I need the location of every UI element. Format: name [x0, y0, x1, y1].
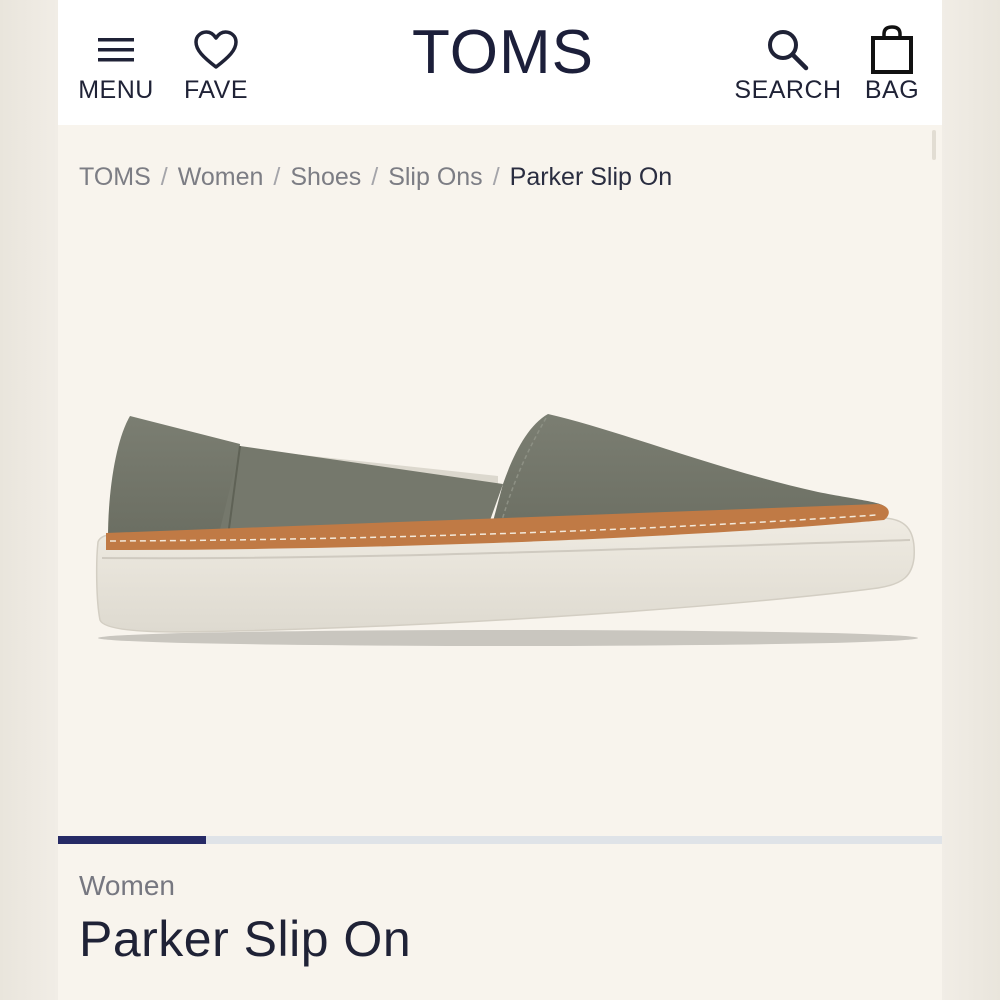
site-header: MENU FAVE TOMS SEARCH BAG — [58, 0, 942, 125]
heart-icon — [193, 26, 239, 74]
breadcrumb-item-toms[interactable]: TOMS — [79, 163, 151, 192]
fave-button[interactable]: FAVE — [183, 26, 249, 105]
breadcrumb-separator: / — [160, 163, 168, 191]
hamburger-icon — [96, 26, 136, 74]
search-label: SEARCH — [734, 76, 842, 104]
right-backdrop — [942, 0, 1000, 1000]
bag-label: BAG — [864, 76, 920, 104]
breadcrumb: TOMS / Women / Shoes / Slip Ons / Parker… — [79, 163, 672, 192]
breadcrumb-item-shoes[interactable]: Shoes — [290, 163, 361, 192]
fave-label: FAVE — [183, 76, 249, 104]
gallery-progress-track — [58, 836, 942, 844]
menu-label: MENU — [78, 76, 154, 104]
toms-logo[interactable]: TOMS — [398, 18, 608, 88]
left-backdrop — [0, 0, 58, 1000]
product-category: Women — [79, 870, 175, 901]
breadcrumb-separator: / — [273, 163, 281, 191]
product-title: Parker Slip On — [79, 911, 412, 967]
menu-button[interactable]: MENU — [78, 26, 154, 105]
breadcrumb-item-women[interactable]: Women — [178, 163, 264, 192]
breadcrumb-current: Parker Slip On — [509, 163, 673, 191]
bag-button[interactable]: BAG — [864, 25, 920, 105]
breadcrumb-separator: / — [371, 163, 379, 191]
shopping-bag-icon — [870, 25, 914, 74]
gallery-progress-fill — [58, 836, 206, 844]
search-button[interactable]: SEARCH — [734, 26, 842, 105]
product-page: MENU FAVE TOMS SEARCH BAG TOMS / Women /… — [58, 0, 942, 1000]
breadcrumb-separator: / — [492, 163, 500, 191]
product-image[interactable] — [58, 240, 942, 800]
breadcrumb-item-slip-ons[interactable]: Slip Ons — [388, 163, 482, 192]
search-icon — [764, 26, 812, 74]
scrollbar-thumb[interactable] — [932, 130, 936, 160]
